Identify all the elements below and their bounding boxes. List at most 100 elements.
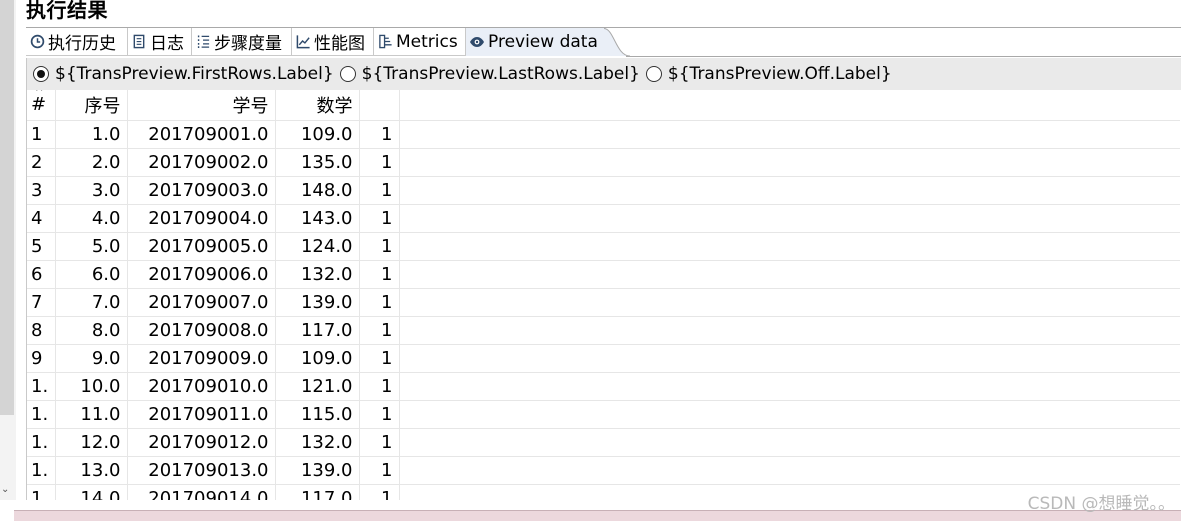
tab-metrics[interactable]: Metrics: [374, 28, 466, 56]
seq-cell[interactable]: 13.0: [55, 456, 128, 485]
extra-cell[interactable]: 1: [359, 428, 400, 457]
radio-unselected-icon[interactable]: [339, 66, 356, 82]
extra-cell[interactable]: 1: [359, 288, 400, 317]
left-scrollbar[interactable]: [0, 0, 14, 415]
math-cell[interactable]: 139.0: [275, 456, 360, 485]
extra-cell[interactable]: 1: [359, 484, 400, 500]
math-cell[interactable]: 109.0: [275, 344, 360, 373]
math-cell[interactable]: 139.0: [275, 288, 360, 317]
seq-cell[interactable]: 1.0: [55, 120, 128, 149]
extra-cell[interactable]: 1: [359, 316, 400, 345]
seq-cell[interactable]: 2.0: [55, 148, 128, 177]
student-id-cell[interactable]: 201709014.0: [127, 484, 276, 500]
seq-cell[interactable]: 14.0: [55, 484, 128, 500]
tab-execution-history[interactable]: 执行历史: [26, 28, 128, 56]
math-cell[interactable]: 109.0: [275, 120, 360, 149]
preview-off-option[interactable]: ${TransPreview.Off.Label}: [645, 64, 892, 84]
radio-unselected-icon[interactable]: [645, 66, 662, 82]
extra-cell[interactable]: 1: [359, 148, 400, 177]
math-cell[interactable]: 115.0: [275, 400, 360, 429]
student-id-cell[interactable]: 201709008.0: [127, 316, 276, 345]
column-header-extra[interactable]: [359, 90, 400, 121]
student-id-cell[interactable]: 201709006.0: [127, 260, 276, 289]
column-header-row-number[interactable]: ^ #: [27, 90, 56, 121]
row-number-cell[interactable]: 5: [27, 232, 56, 261]
row-number-cell[interactable]: 2: [27, 148, 56, 177]
table-row[interactable]: 1. 13.0 201709013.0 139.0 1: [27, 456, 1180, 485]
preview-last-rows-option[interactable]: ${TransPreview.LastRows.Label}: [339, 64, 640, 84]
extra-cell[interactable]: 1: [359, 120, 400, 149]
student-id-cell[interactable]: 201709005.0: [127, 232, 276, 261]
chevron-down-icon[interactable]: ⌄: [1, 484, 9, 496]
student-id-cell[interactable]: 201709004.0: [127, 204, 276, 233]
row-number-cell[interactable]: 4: [27, 204, 56, 233]
row-number-cell[interactable]: 1.: [27, 400, 56, 429]
seq-cell[interactable]: 12.0: [55, 428, 128, 457]
table-row[interactable]: 1. 12.0 201709012.0 132.0 1: [27, 428, 1180, 457]
seq-cell[interactable]: 10.0: [55, 372, 128, 401]
extra-cell[interactable]: 1: [359, 344, 400, 373]
extra-cell[interactable]: 1: [359, 260, 400, 289]
table-row[interactable]: 1 1.0 201709001.0 109.0 1: [27, 120, 1180, 149]
table-row[interactable]: 6 6.0 201709006.0 132.0 1: [27, 260, 1180, 289]
seq-cell[interactable]: 4.0: [55, 204, 128, 233]
math-cell[interactable]: 121.0: [275, 372, 360, 401]
table-row[interactable]: 4 4.0 201709004.0 143.0 1: [27, 204, 1180, 233]
seq-cell[interactable]: 8.0: [55, 316, 128, 345]
math-cell[interactable]: 135.0: [275, 148, 360, 177]
row-number-cell[interactable]: 3: [27, 176, 56, 205]
tab-performance-chart[interactable]: 性能图: [292, 28, 374, 56]
row-number-cell[interactable]: 7: [27, 288, 56, 317]
column-header-math[interactable]: 数学: [275, 90, 360, 121]
student-id-cell[interactable]: 201709009.0: [127, 344, 276, 373]
student-id-cell[interactable]: 201709011.0: [127, 400, 276, 429]
math-cell[interactable]: 132.0: [275, 260, 360, 289]
seq-cell[interactable]: 3.0: [55, 176, 128, 205]
table-row[interactable]: 7 7.0 201709007.0 139.0 1: [27, 288, 1180, 317]
extra-cell[interactable]: 1: [359, 176, 400, 205]
row-number-cell[interactable]: 1.: [27, 456, 56, 485]
table-row[interactable]: 1. 10.0 201709010.0 121.0 1: [27, 372, 1180, 401]
table-row[interactable]: 8 8.0 201709008.0 117.0 1: [27, 316, 1180, 345]
student-id-cell[interactable]: 201709013.0: [127, 456, 276, 485]
row-number-cell[interactable]: 1.: [27, 428, 56, 457]
extra-cell[interactable]: 1: [359, 456, 400, 485]
column-header-student-id[interactable]: 学号: [127, 90, 276, 121]
table-row[interactable]: 1 14.0 201709014.0 117.0 1: [27, 484, 1180, 500]
seq-cell[interactable]: 11.0: [55, 400, 128, 429]
seq-cell[interactable]: 9.0: [55, 344, 128, 373]
table-row[interactable]: 9 9.0 201709009.0 109.0 1: [27, 344, 1180, 373]
math-cell[interactable]: 124.0: [275, 232, 360, 261]
row-number-cell[interactable]: 1: [27, 484, 56, 500]
extra-cell[interactable]: 1: [359, 400, 400, 429]
seq-cell[interactable]: 5.0: [55, 232, 128, 261]
column-header-seq[interactable]: 序号: [55, 90, 128, 121]
student-id-cell[interactable]: 201709002.0: [127, 148, 276, 177]
table-row[interactable]: 3 3.0 201709003.0 148.0 1: [27, 176, 1180, 205]
row-number-cell[interactable]: 8: [27, 316, 56, 345]
tab-preview-data[interactable]: Preview data: [466, 28, 606, 56]
math-cell[interactable]: 117.0: [275, 484, 360, 500]
seq-cell[interactable]: 7.0: [55, 288, 128, 317]
table-row[interactable]: 2 2.0 201709002.0 135.0 1: [27, 148, 1180, 177]
math-cell[interactable]: 132.0: [275, 428, 360, 457]
student-id-cell[interactable]: 201709003.0: [127, 176, 276, 205]
tab-log[interactable]: 日志: [128, 28, 192, 56]
tab-step-metrics[interactable]: 步骤度量: [192, 28, 292, 56]
row-number-cell[interactable]: 9: [27, 344, 56, 373]
math-cell[interactable]: 117.0: [275, 316, 360, 345]
math-cell[interactable]: 143.0: [275, 204, 360, 233]
student-id-cell[interactable]: 201709007.0: [127, 288, 276, 317]
student-id-cell[interactable]: 201709010.0: [127, 372, 276, 401]
extra-cell[interactable]: 1: [359, 204, 400, 233]
preview-data-grid[interactable]: ^ # 序号 学号 数学 1 1.0 201709001.0 109.0 1 2 2.0 201…: [26, 90, 1181, 500]
row-number-cell[interactable]: 6: [27, 260, 56, 289]
seq-cell[interactable]: 6.0: [55, 260, 128, 289]
student-id-cell[interactable]: 201709001.0: [127, 120, 276, 149]
extra-cell[interactable]: 1: [359, 372, 400, 401]
student-id-cell[interactable]: 201709012.0: [127, 428, 276, 457]
preview-first-rows-option[interactable]: ${TransPreview.FirstRows.Label}: [33, 64, 334, 84]
row-number-cell[interactable]: 1.: [27, 372, 56, 401]
row-number-cell[interactable]: 1: [27, 120, 56, 149]
radio-selected-icon[interactable]: [33, 66, 49, 82]
